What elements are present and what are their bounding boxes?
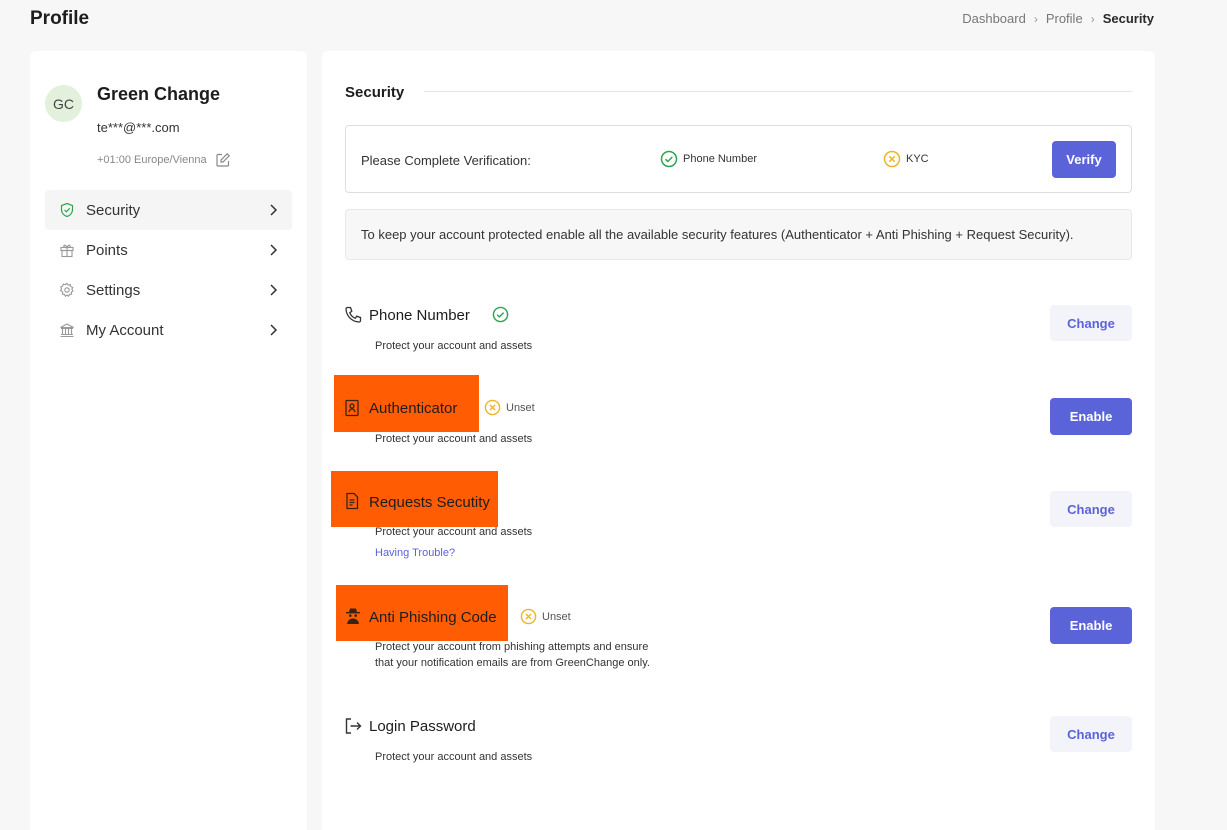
breadcrumb-security: Security xyxy=(1102,11,1154,26)
having-trouble-link[interactable]: Having Trouble? xyxy=(375,547,455,559)
sidebar-item-label: Settings xyxy=(86,281,141,299)
gift-icon xyxy=(59,242,75,258)
status-label: Unset xyxy=(542,610,571,623)
sidebar-item-points[interactable]: Points xyxy=(45,230,292,270)
chevron-right-icon xyxy=(268,323,278,337)
logout-icon xyxy=(344,717,362,735)
user-name: Green Change xyxy=(97,84,221,104)
sidebar-item-label: My Account xyxy=(86,321,164,339)
verification-label: Please Complete Verification: xyxy=(361,153,531,168)
chevron-right-icon: › xyxy=(1033,11,1038,26)
feature-description: Protect your account and assets xyxy=(375,433,533,445)
breadcrumb-profile[interactable]: Profile xyxy=(1046,11,1083,26)
feature-title: Anti Phishing Code xyxy=(369,609,497,626)
sidebar-menu: Security Points Settings My Account xyxy=(45,190,292,350)
sidebar-item-security[interactable]: Security xyxy=(45,190,292,230)
status-verified xyxy=(492,306,514,323)
x-circle-icon xyxy=(520,608,537,625)
feature-description: Protect your account from phishing attem… xyxy=(375,641,649,653)
user-timezone: +01:00 Europe/Vienna xyxy=(97,152,231,168)
info-text: To keep your account protected enable al… xyxy=(361,227,1074,242)
shield-icon xyxy=(59,202,75,218)
chevron-right-icon xyxy=(268,203,278,217)
feature-title: Requests Secutity xyxy=(369,494,490,511)
check-circle-icon xyxy=(492,306,509,323)
x-circle-icon xyxy=(484,399,501,416)
document-icon xyxy=(344,492,360,510)
change-phone-button[interactable]: Change xyxy=(1050,305,1132,341)
page-title: Profile xyxy=(30,8,90,29)
status-label: Unset xyxy=(506,401,535,414)
feature-description: Protect your account and assets xyxy=(375,526,533,538)
bank-icon xyxy=(59,322,75,338)
sidebar-item-label: Points xyxy=(86,241,128,259)
timezone-label: +01:00 Europe/Vienna xyxy=(97,154,207,166)
verification-box: Please Complete Verification: Phone Numb… xyxy=(345,125,1132,193)
phone-icon xyxy=(344,306,362,324)
security-info-banner: To keep your account protected enable al… xyxy=(345,209,1132,260)
chevron-right-icon xyxy=(268,243,278,257)
breadcrumb: Dashboard › Profile › Security xyxy=(962,11,1154,26)
sidebar-item-my-account[interactable]: My Account xyxy=(45,310,292,350)
divider xyxy=(424,91,1132,92)
feature-title: Authenticator xyxy=(369,400,458,417)
security-panel: Security Please Complete Verification: P… xyxy=(322,51,1155,830)
feature-description: Protect your account and assets xyxy=(375,751,533,763)
feature-description: that your notification emails are from G… xyxy=(375,657,650,669)
verification-item-label: Phone Number xyxy=(683,153,757,165)
profile-sidebar: GC Green Change te***@***.com +01:00 Eur… xyxy=(30,51,307,830)
authenticator-icon xyxy=(344,399,360,417)
enable-anti-phishing-button[interactable]: Enable xyxy=(1050,607,1132,644)
verification-phone: Phone Number xyxy=(660,150,757,168)
change-password-button[interactable]: Change xyxy=(1050,716,1132,752)
verification-item-label: KYC xyxy=(906,153,929,165)
user-email: te***@***.com xyxy=(97,120,180,135)
x-circle-icon xyxy=(883,150,901,168)
sidebar-item-label: Security xyxy=(86,201,141,219)
breadcrumb-dashboard[interactable]: Dashboard xyxy=(962,11,1026,26)
feature-description: Protect your account and assets xyxy=(375,340,533,352)
chevron-right-icon: › xyxy=(1090,11,1095,26)
verification-kyc: KYC xyxy=(883,150,929,168)
feature-title: Phone Number xyxy=(369,307,470,324)
avatar: GC xyxy=(45,85,82,122)
enable-authenticator-button[interactable]: Enable xyxy=(1050,398,1132,435)
edit-icon[interactable] xyxy=(215,152,231,168)
check-circle-icon xyxy=(660,150,678,168)
change-requests-security-button[interactable]: Change xyxy=(1050,491,1132,527)
chevron-right-icon xyxy=(268,283,278,297)
section-title: Security xyxy=(345,84,405,101)
gear-icon xyxy=(59,282,75,298)
sidebar-item-settings[interactable]: Settings xyxy=(45,270,292,310)
status-badge: Unset xyxy=(520,608,571,625)
status-badge: Unset xyxy=(484,399,535,416)
spy-icon xyxy=(344,607,362,625)
feature-title: Login Password xyxy=(369,718,476,735)
verify-button[interactable]: Verify xyxy=(1052,141,1116,178)
